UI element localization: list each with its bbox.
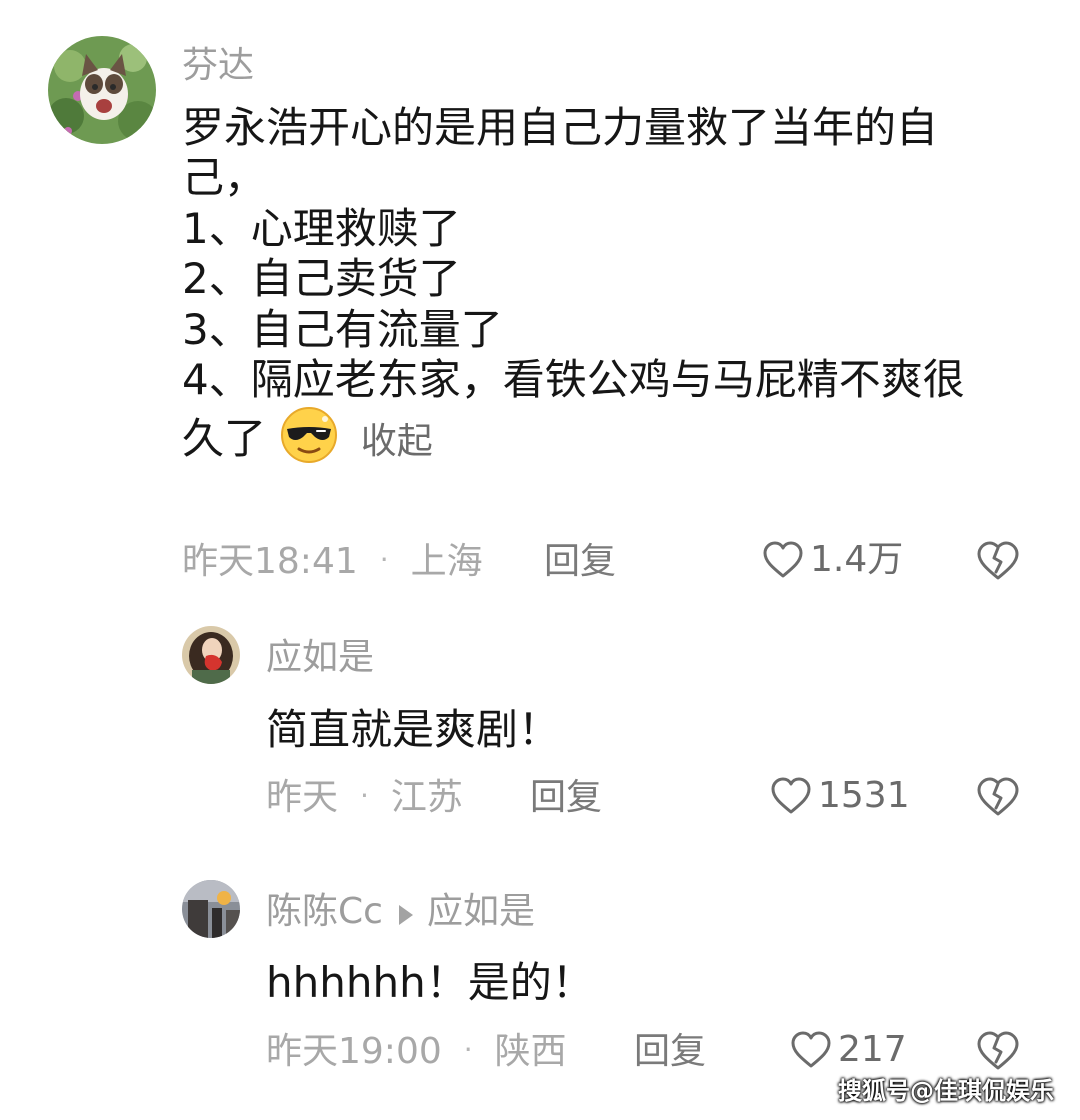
comment-thread: 芬达 罗永浩开心的是用自己力量救了当年的自 己， 1、心理救赎了 2、自己卖货了…: [0, 0, 1080, 1120]
like-button[interactable]: 1531: [770, 776, 910, 816]
comment-username[interactable]: 陈陈Cc: [266, 891, 383, 932]
comment-location: 江苏: [390, 777, 463, 818]
comment-line: 1、心理救赎了: [182, 203, 461, 253]
comment-body: 罗永浩开心的是用自己力量救了当年的自 己， 1、心理救赎了 2、自己卖货了 3、…: [182, 103, 965, 465]
like-button[interactable]: 217: [790, 1030, 907, 1070]
reply-button[interactable]: 回复: [530, 780, 602, 816]
collapse-button[interactable]: 收起: [361, 421, 433, 462]
comment-line: 简直就是爽剧！: [266, 705, 561, 754]
comment-location: 上海: [410, 541, 483, 582]
like-button[interactable]: 1.4万: [762, 540, 903, 580]
comment-meta: 昨天18:41 · 上海: [182, 544, 483, 580]
comment-line-text: 久了: [182, 414, 267, 464]
broken-heart-icon[interactable]: [976, 1030, 1020, 1072]
meta-separator: ·: [379, 543, 389, 576]
comment-line: 2、自己卖货了: [182, 254, 461, 304]
avatar-scene[interactable]: [182, 880, 240, 938]
like-count: 217: [838, 1029, 907, 1070]
comment-time: 昨天18:41: [182, 541, 358, 582]
avatar-girl[interactable]: [182, 626, 240, 684]
comment-meta: 昨天 · 江苏: [266, 780, 463, 816]
avatar-cat[interactable]: [48, 36, 156, 144]
comment-username-row: 陈陈Cc 应如是: [266, 894, 535, 930]
comment-line: hhhhhh！是的！: [266, 958, 594, 1007]
broken-heart-icon[interactable]: [976, 776, 1020, 818]
heart-outline-icon: [763, 541, 803, 578]
reply-button[interactable]: 回复: [634, 1034, 706, 1070]
comment-body: hhhhhh！是的！: [266, 958, 594, 1008]
meta-separator: ·: [463, 1033, 473, 1066]
reply-button[interactable]: 回复: [544, 544, 616, 580]
cool-sunglasses-emoji-icon: [281, 407, 338, 464]
watermark: 搜狐号@佳琪侃娱乐: [838, 1077, 1054, 1105]
reply-to-username[interactable]: 应如是: [427, 891, 535, 932]
heart-outline-icon: [791, 1031, 831, 1068]
comment-location: 陕西: [494, 1031, 567, 1072]
comment-body: 简直就是爽剧！: [266, 705, 560, 755]
heart-outline-icon: [771, 777, 811, 814]
like-count: 1.4万: [810, 539, 904, 580]
comment-username[interactable]: 应如是: [266, 640, 374, 676]
comment-line: 罗永浩开心的是用自己力量救了当年的自: [182, 103, 939, 152]
comment-username[interactable]: 芬达: [182, 48, 254, 84]
scene-avatar-image: [182, 880, 240, 938]
cat-avatar-image: [48, 36, 156, 144]
broken-heart-icon[interactable]: [976, 540, 1020, 582]
comment-last-line: 久了 收起: [182, 405, 965, 465]
comment-time: 昨天: [266, 777, 339, 818]
like-count: 1531: [818, 775, 910, 816]
comment-line: 己，: [182, 153, 267, 203]
comment-time: 昨天19:00: [266, 1031, 442, 1072]
meta-separator: ·: [360, 779, 369, 812]
comment-line: 4、隔应老东家，看铁公鸡与马屁精不爽很: [182, 354, 965, 404]
comment-line: 3、自己有流量了: [182, 304, 503, 354]
girl-avatar-image: [182, 626, 240, 684]
triangle-right-icon: [398, 905, 413, 925]
comment-meta: 昨天19:00 · 陕西: [266, 1034, 567, 1070]
